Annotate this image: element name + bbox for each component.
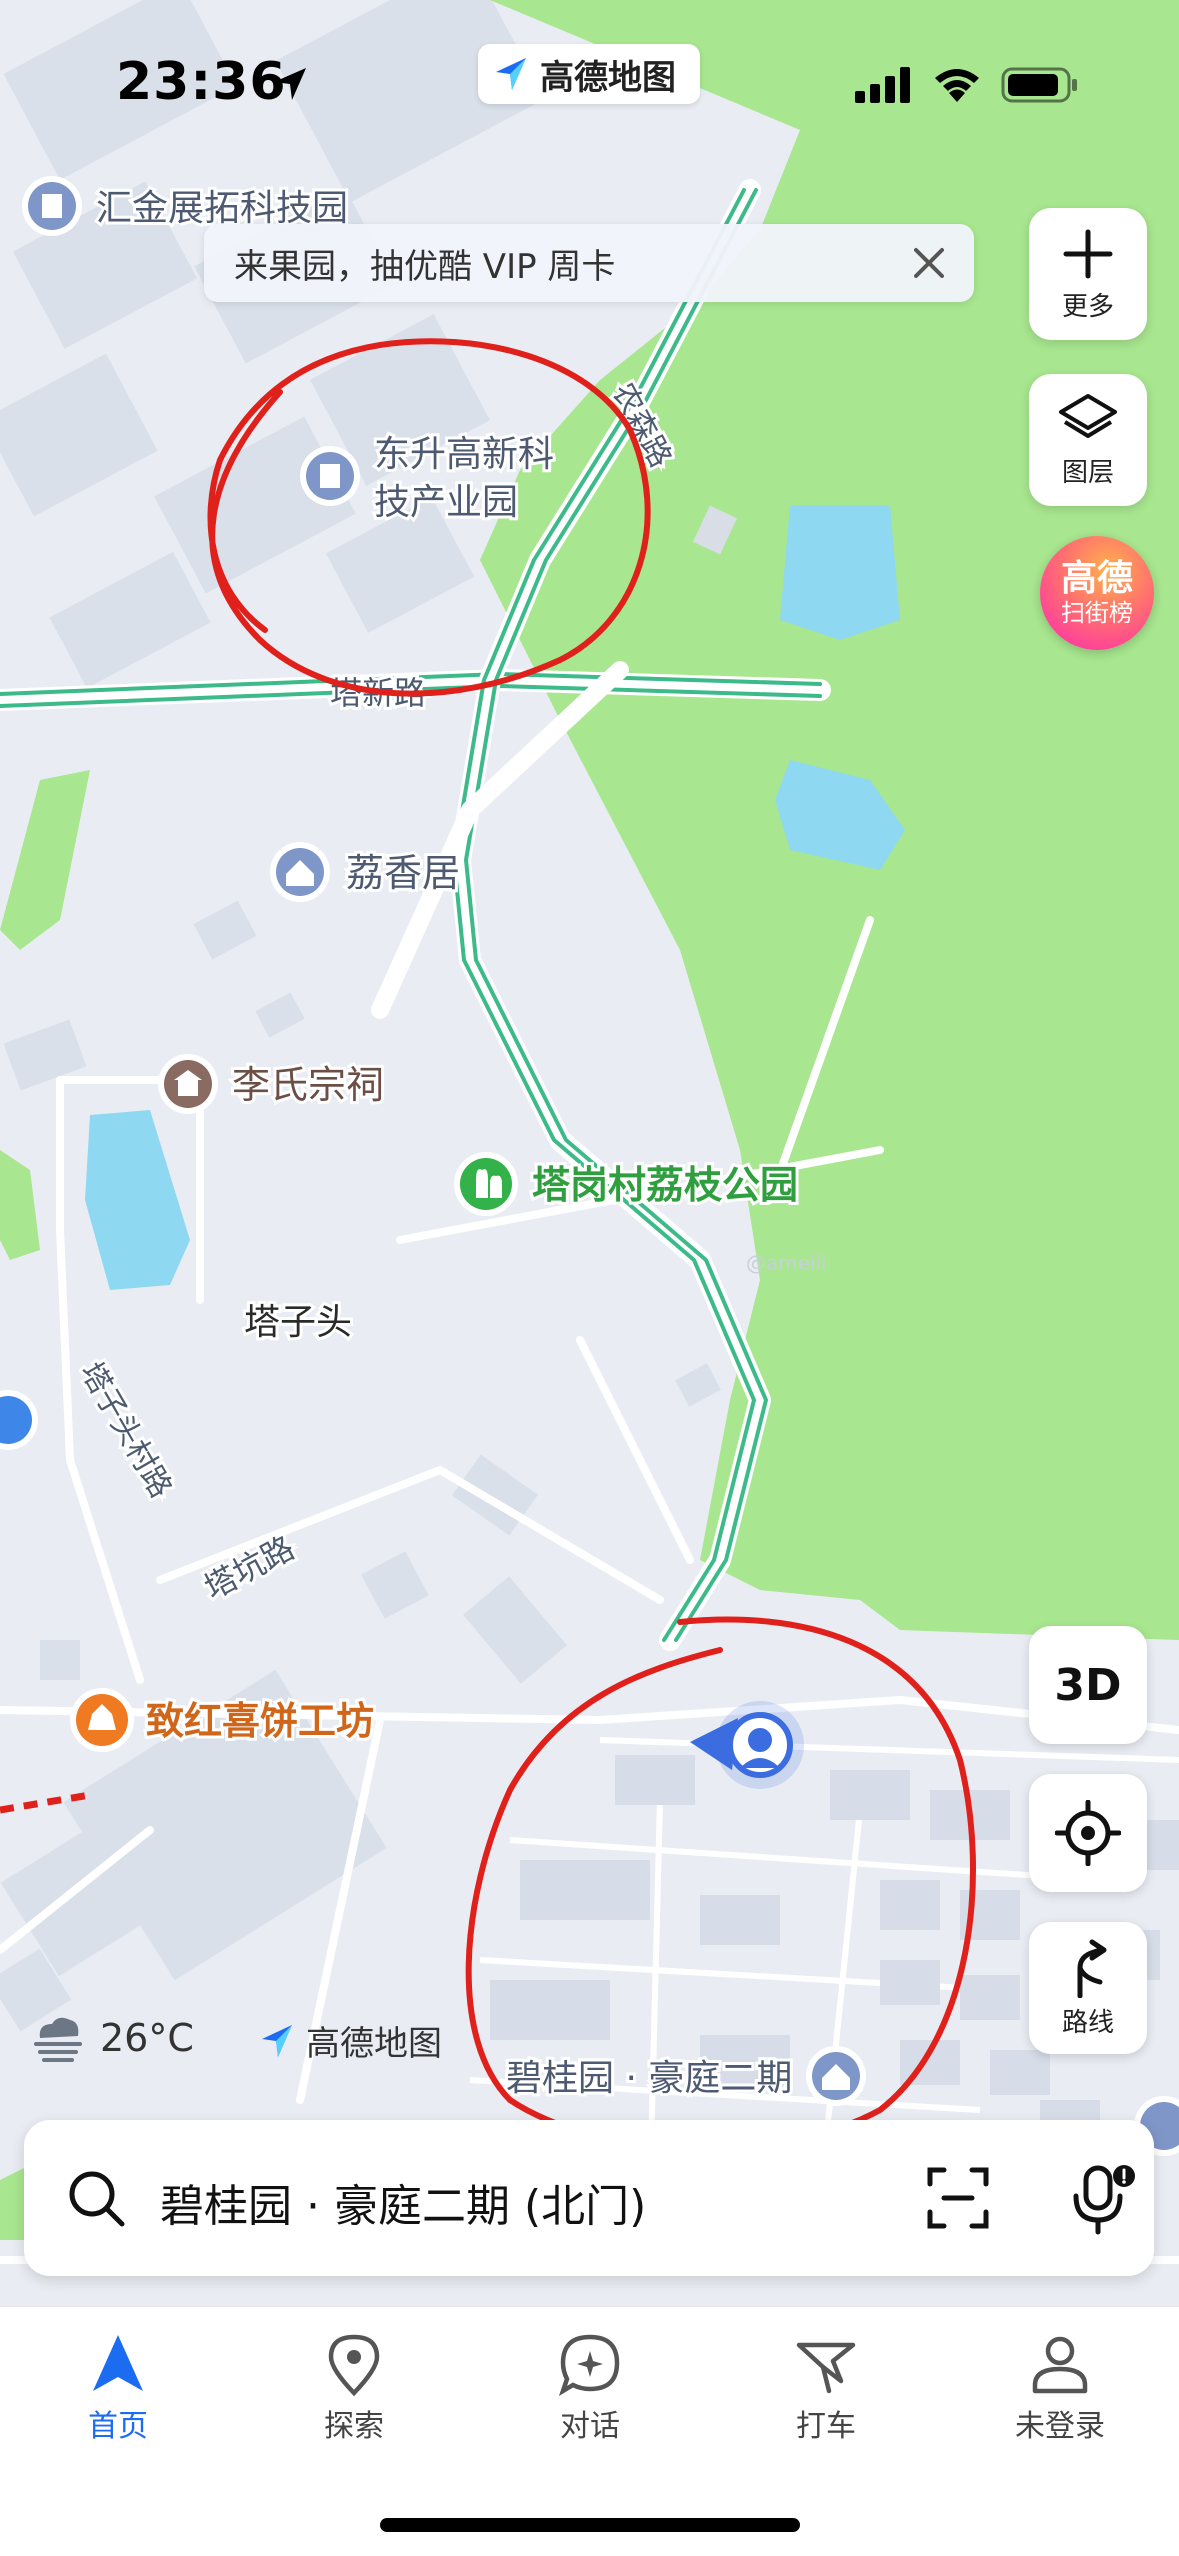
location-arrow-icon xyxy=(274,68,306,100)
home-indicator xyxy=(380,2518,800,2532)
tab-taxi[interactable]: 打车 xyxy=(746,2331,906,2445)
promo-banner[interactable]: 来果园，抽优酷 VIP 周卡 xyxy=(204,224,974,302)
promo-banner-text: 来果园，抽优酷 VIP 周卡 xyxy=(234,246,616,287)
poi-label: 塔岗村荔枝公园 xyxy=(532,1163,798,1207)
location-pin-icon xyxy=(328,2334,380,2397)
rank-title: 高德 xyxy=(1060,558,1133,599)
map-watermark: 高德地图 xyxy=(258,2016,442,2065)
tab-label: 对话 xyxy=(560,2409,620,2444)
route-button[interactable]: 路线 xyxy=(1029,1922,1147,2054)
cellular-signal-icon xyxy=(855,67,910,103)
amap-logo-icon xyxy=(496,58,526,90)
rank-subtitle: 扫街榜 xyxy=(1061,599,1133,627)
tab-explore[interactable]: 探索 xyxy=(274,2331,434,2445)
close-icon[interactable] xyxy=(906,240,952,286)
tab-label: 探索 xyxy=(324,2409,384,2444)
more-label: 更多 xyxy=(1061,291,1114,322)
weather-widget[interactable]: 26°C xyxy=(30,2012,194,2064)
street-ranking-button[interactable]: 高德 扫街榜 xyxy=(1040,536,1154,650)
crosshair-icon xyxy=(1055,1800,1121,1866)
poi-label: 荔香居 xyxy=(346,851,460,895)
taxi-flag-icon xyxy=(796,2342,856,2394)
layers-icon xyxy=(1059,393,1117,438)
cloudy-weather-icon xyxy=(34,2017,82,2062)
search-icon xyxy=(69,2171,125,2227)
search-bar[interactable]: 碧桂园 · 豪庭二期 (北门) xyxy=(24,2120,1154,2276)
tab-label: 打车 xyxy=(796,2409,856,2444)
poi-label: 技产业园 xyxy=(374,482,518,523)
poi-label: 碧桂园 · 豪庭二期 xyxy=(506,2058,792,2099)
microphone-icon[interactable] xyxy=(1064,2160,1142,2238)
route-fork-icon xyxy=(1077,1939,1107,1998)
area-label-tazitou: 塔子头 xyxy=(244,1302,352,1343)
battery-icon xyxy=(1001,67,1077,103)
layers-button[interactable]: 图层 xyxy=(1029,374,1147,506)
tab-chat[interactable]: 对话 xyxy=(510,2331,670,2445)
route-label: 路线 xyxy=(1061,2007,1114,2038)
view-3d-label: 3D xyxy=(1054,1659,1122,1711)
chat-sparkle-icon xyxy=(558,2334,620,2397)
tab-profile[interactable]: 未登录 xyxy=(980,2331,1140,2445)
watermark-text: 高德地图 xyxy=(306,2024,442,2064)
poi-label: 汇金展拓科技园 xyxy=(96,188,348,229)
amap-logo-icon xyxy=(262,2024,292,2057)
temperature: 26°C xyxy=(100,2016,194,2060)
poi-label: 致红喜饼工坊 xyxy=(146,1699,374,1743)
tab-label: 首页 xyxy=(88,2409,148,2444)
layers-label: 图层 xyxy=(1061,457,1114,488)
search-input[interactable]: 碧桂园 · 豪庭二期 (北门) xyxy=(160,2170,646,2234)
system-status-icons xyxy=(855,66,1079,104)
locate-me-button[interactable] xyxy=(1029,1774,1147,1892)
poi-label: 东升高新科 xyxy=(374,434,554,475)
map-credit: @ameili xyxy=(746,1251,827,1275)
view-3d-button[interactable]: 3D xyxy=(1029,1626,1147,1744)
status-time: 23:36 xyxy=(116,52,287,112)
app-name-pill: 高德地图 xyxy=(478,44,700,104)
poi-label: 李氏宗祠 xyxy=(232,1063,384,1107)
app-name: 高德地图 xyxy=(540,57,676,98)
user-icon xyxy=(1032,2336,1088,2394)
scan-icon[interactable] xyxy=(924,2164,992,2232)
map-canvas[interactable]: 汇金展拓科技园 东升高新科 技产业园 农森路 塔新路 塔子头村路 塔坑路 荔香居… xyxy=(0,0,1179,2310)
more-button[interactable]: 更多 xyxy=(1029,208,1147,340)
poi-li-ancestral-hall[interactable]: 李氏宗祠 xyxy=(158,1054,387,1114)
tab-home[interactable]: 首页 xyxy=(38,2331,198,2445)
wifi-icon xyxy=(935,69,979,102)
status-bar: 23:36 高德地图 xyxy=(0,0,1179,160)
poi-lixiangju[interactable]: 荔香居 xyxy=(270,842,463,902)
plus-icon xyxy=(1063,229,1113,278)
navigate-arrow-icon xyxy=(93,2335,143,2391)
tab-label: 未登录 xyxy=(1015,2409,1105,2444)
